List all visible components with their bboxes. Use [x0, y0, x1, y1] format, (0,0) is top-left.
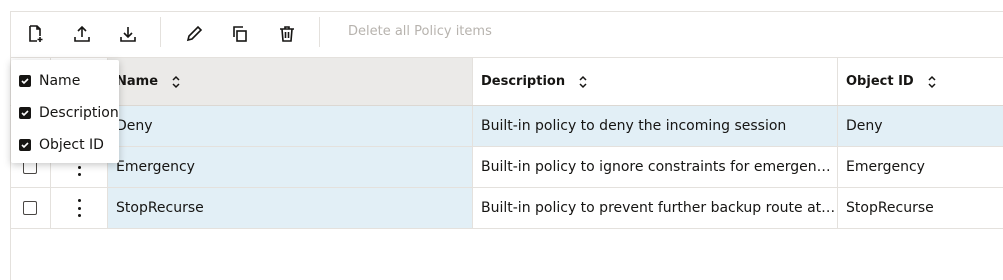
column-picker-label: Object ID — [39, 137, 104, 153]
column-header-description[interactable]: Description — [473, 58, 838, 105]
sort-icon[interactable] — [926, 75, 938, 89]
column-picker-item-name[interactable]: Name — [19, 70, 80, 92]
new-document-icon[interactable] — [20, 20, 50, 48]
cell-object-id[interactable]: Deny — [838, 106, 1003, 146]
column-picker-item-object-id[interactable]: Object ID — [19, 134, 104, 156]
cell-object-id[interactable]: Emergency — [838, 147, 1003, 187]
column-header-object-id-label: Object ID — [846, 74, 914, 89]
row-select-cell — [10, 188, 51, 228]
column-header-description-label: Description — [481, 74, 566, 89]
download-icon[interactable] — [113, 20, 143, 48]
cell-object-id-text: StopRecurse — [846, 200, 934, 216]
cell-object-id-text: Emergency — [846, 159, 925, 175]
row-checkbox[interactable] — [23, 201, 37, 215]
cell-name[interactable]: Deny — [108, 106, 473, 146]
checkbox-checked-icon[interactable] — [19, 75, 31, 87]
cell-description-text: Built-in policy to ignore constraints fo… — [481, 159, 837, 175]
checkbox-checked-icon[interactable] — [19, 139, 31, 151]
cell-description-text: Built-in policy to prevent further backu… — [481, 200, 837, 216]
sort-icon[interactable] — [577, 75, 589, 89]
cell-name[interactable]: Emergency — [108, 147, 473, 187]
delete-all-button[interactable]: Delete all Policy items — [348, 24, 492, 39]
duplicate-icon[interactable] — [225, 20, 255, 48]
cell-description[interactable]: Built-in policy to prevent further backu… — [473, 188, 838, 228]
checkbox-checked-icon[interactable] — [19, 107, 31, 119]
toolbar: Delete all Policy items — [10, 11, 1003, 58]
column-header-object-id[interactable]: Object ID — [838, 58, 1003, 105]
toolbar-divider — [160, 17, 161, 47]
cell-name[interactable]: StopRecurse — [108, 188, 473, 228]
column-picker-label: Description — [39, 105, 119, 121]
column-picker-item-description[interactable]: Description — [19, 102, 119, 124]
edit-pencil-icon[interactable] — [179, 20, 209, 48]
cell-description-text: Built-in policy to deny the incoming ses… — [481, 118, 787, 134]
cell-name-text: Emergency — [116, 159, 195, 175]
sort-icon[interactable] — [170, 75, 182, 89]
table-row[interactable]: Emergency Built-in policy to ignore cons… — [10, 147, 1003, 188]
column-header-name-label: Name — [116, 74, 159, 89]
table-row[interactable]: StopRecurse Built-in policy to prevent f… — [10, 188, 1003, 229]
delete-trash-icon[interactable] — [272, 20, 302, 48]
column-header-name[interactable]: Name — [108, 58, 473, 105]
column-picker-label: Name — [39, 73, 81, 89]
cell-name-text: StopRecurse — [116, 200, 204, 216]
cell-object-id-text: Deny — [846, 118, 883, 134]
cell-description[interactable]: Built-in policy to ignore constraints fo… — [473, 147, 838, 187]
toolbar-divider — [319, 17, 320, 47]
table-row[interactable]: Deny Built-in policy to deny the incomin… — [10, 106, 1003, 147]
upload-icon[interactable] — [67, 20, 97, 48]
cell-name-text: Deny — [116, 118, 153, 134]
cell-object-id[interactable]: StopRecurse — [838, 188, 1003, 228]
cell-description[interactable]: Built-in policy to deny the incoming ses… — [473, 106, 838, 146]
row-actions-cell — [51, 188, 108, 228]
more-actions-icon[interactable] — [77, 199, 81, 217]
table-header: Name Description Object ID — [10, 58, 1003, 106]
column-picker-menu: Name Description Object ID — [11, 60, 119, 163]
